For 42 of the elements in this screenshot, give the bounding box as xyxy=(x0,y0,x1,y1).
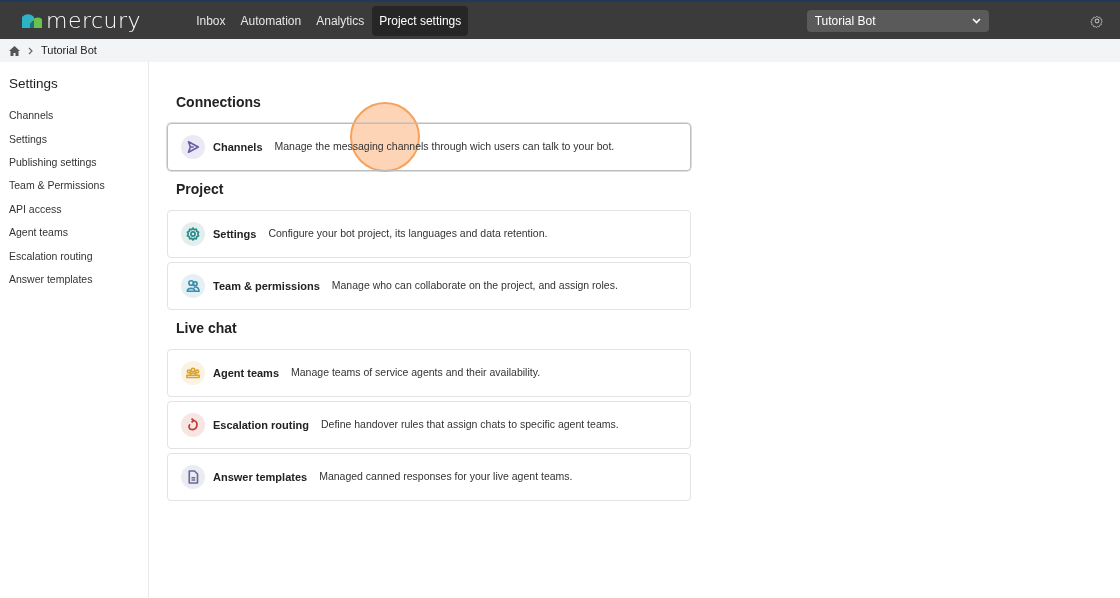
sidebar-item[interactable]: Team & Permissions xyxy=(9,178,139,202)
chevron-down-icon xyxy=(971,17,981,24)
sidebar-item[interactable]: Answer templates xyxy=(9,272,139,296)
project-select[interactable]: Tutorial Bot xyxy=(806,9,989,32)
card-description: Manage teams of service agents and their availability. xyxy=(291,365,541,381)
card-title: Answer templates xyxy=(213,469,308,485)
settings-card[interactable]: Agent teams Manage teams of service agents and their availability. xyxy=(167,349,691,397)
settings-card[interactable]: Settings Configure your bot project, its languages and data retention. xyxy=(167,210,691,258)
card-description: Define handover rules that assign chats to specific agent teams. xyxy=(320,417,619,433)
nav-tab[interactable]: Inbox xyxy=(189,5,233,36)
nav-tab[interactable]: Automation xyxy=(233,5,309,36)
logo-text: mercury xyxy=(46,9,142,32)
card-title: Settings xyxy=(213,226,257,242)
settings-card[interactable]: Escalation routing Define handover rules that assign chats to specific agent teams. xyxy=(167,401,691,449)
nav-tab[interactable]: Project settings xyxy=(372,5,469,36)
breadcrumb-link[interactable]: Tutorial Bot xyxy=(41,42,97,59)
card-title: Channels xyxy=(213,139,263,155)
settings-card[interactable]: Answer templates Managed canned responses for your live agent teams. xyxy=(167,453,691,501)
sidebar-title: Settings xyxy=(9,75,59,93)
card-title: Agent teams xyxy=(213,365,280,381)
sidebar-item[interactable]: Publishing settings xyxy=(9,155,139,179)
sidebar-item[interactable]: API access xyxy=(9,201,139,226)
settings-icon[interactable] xyxy=(1090,13,1104,28)
card-description: Configure your bot project, its languages and data retention. xyxy=(268,226,548,242)
section-title: Live chat xyxy=(176,319,238,338)
nav-tab[interactable]: Analytics xyxy=(309,5,372,36)
sidebar-item[interactable]: Escalation routing xyxy=(9,248,139,272)
logo-icon xyxy=(22,13,42,28)
card-description: Managed canned responses for your live agent teams. xyxy=(319,469,573,485)
card-title: Escalation routing xyxy=(213,417,309,433)
sidebar-item[interactable]: Settings xyxy=(9,131,139,156)
card-description: Manage who can collaborate on the project, and assign roles. xyxy=(331,278,618,294)
card-title: Team & permissions xyxy=(213,278,320,294)
settings-card[interactable]: Team & permissions Manage who can collaborate on the project, and assign roles. xyxy=(167,262,691,310)
settings-card[interactable]: Channels Manage the messaging channels through wich users can talk to your bot. xyxy=(167,123,691,171)
home-icon[interactable] xyxy=(9,45,20,56)
section-title: Project xyxy=(176,180,225,199)
section-title: Connections xyxy=(176,93,262,112)
sidebar-item[interactable]: Channels xyxy=(9,108,139,132)
chevron-right-icon xyxy=(28,46,33,55)
sidebar-item[interactable]: Agent teams xyxy=(9,225,139,249)
card-description: Manage the messaging channels through wich users can talk to your bot. xyxy=(274,139,615,155)
